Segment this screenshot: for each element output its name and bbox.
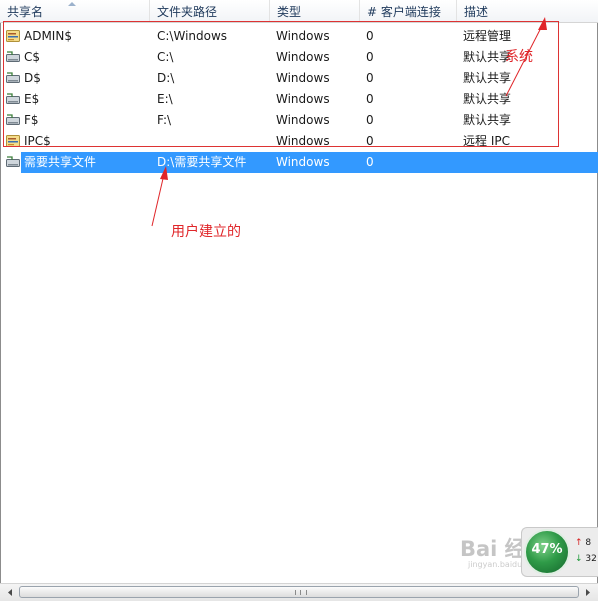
- system-annotation-label: 系统: [505, 49, 533, 65]
- horizontal-scrollbar[interactable]: [0, 583, 598, 601]
- scroll-left-button[interactable]: [2, 585, 18, 600]
- system-arrowhead: [538, 17, 547, 30]
- download-value: 32: [585, 554, 597, 564]
- download-speed: ↓ 32: [575, 554, 597, 564]
- up-arrow-icon: ↑: [575, 538, 583, 548]
- upload-value: 8: [585, 538, 592, 548]
- chevron-left-icon: [8, 589, 12, 596]
- annotation-arrows: [151, 17, 547, 227]
- grip-icon: [295, 590, 307, 595]
- scroll-right-button[interactable]: [580, 585, 596, 600]
- cpu-gauge[interactable]: 47%: [524, 529, 570, 575]
- gauge-percent: 47%: [531, 542, 563, 557]
- user-created-annotation-label: 用户建立的: [171, 224, 241, 240]
- down-arrow-icon: ↓: [575, 554, 583, 564]
- chevron-right-icon: [586, 589, 590, 596]
- scrollbar-thumb[interactable]: [19, 586, 579, 598]
- user-arrowhead: [160, 166, 168, 180]
- upload-speed: ↑ 8: [575, 538, 591, 548]
